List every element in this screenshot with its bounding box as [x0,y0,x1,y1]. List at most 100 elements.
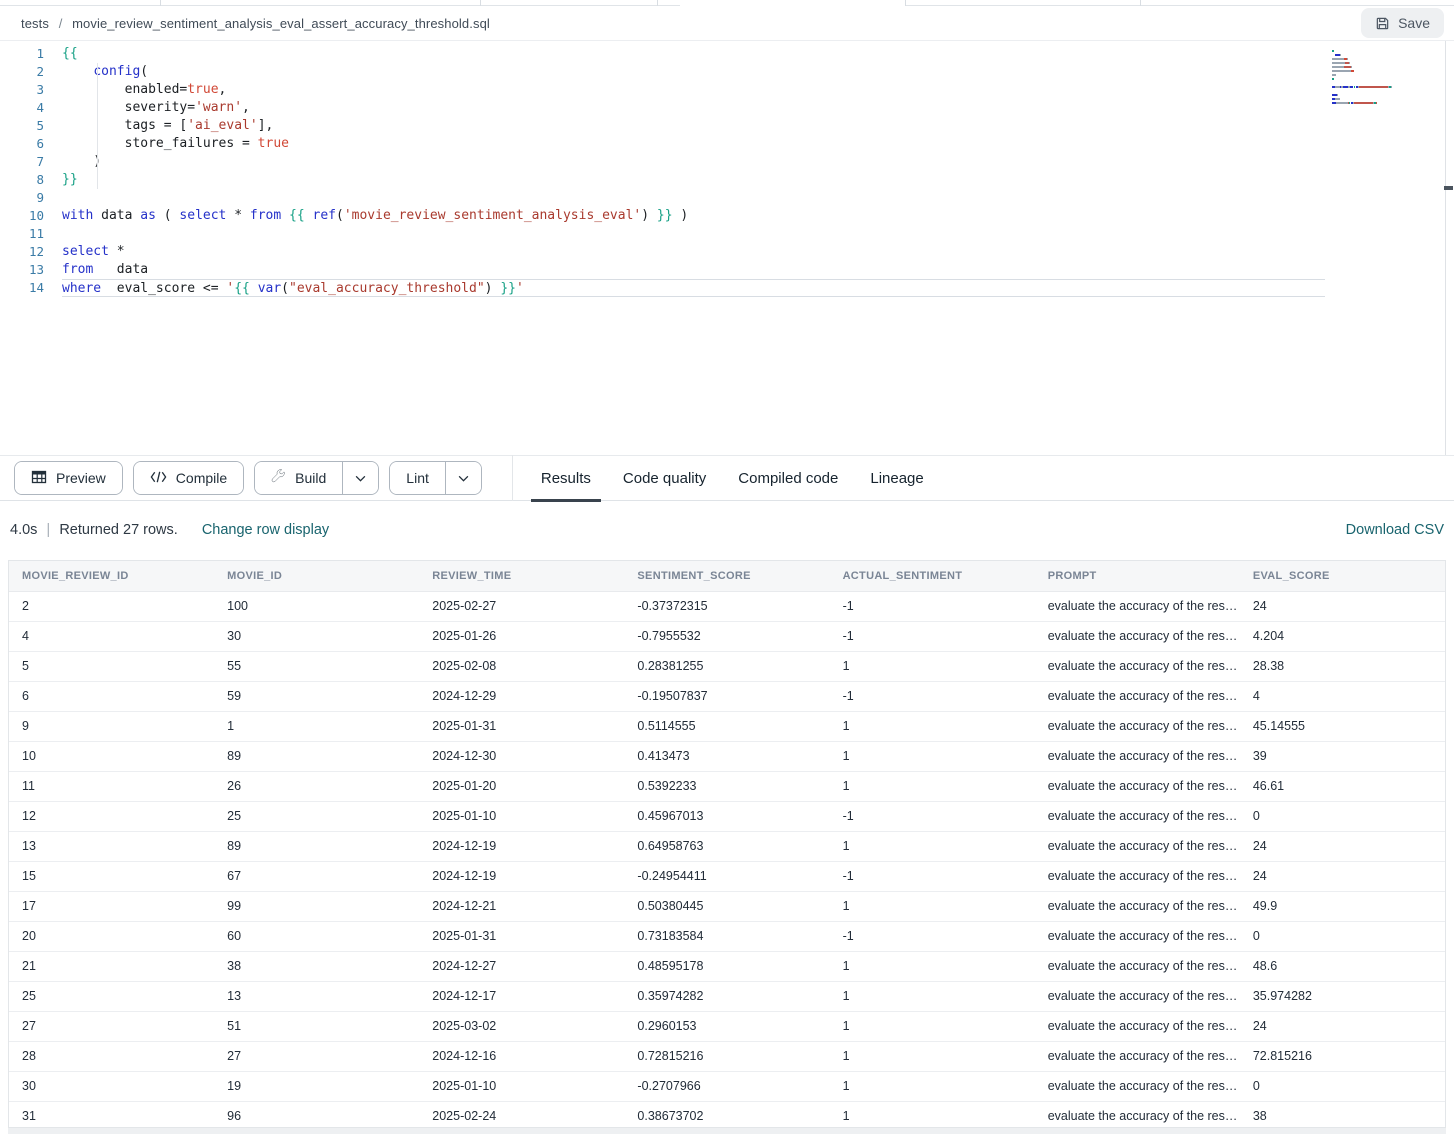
table-cell: 0.28381255 [624,651,829,681]
code-line[interactable]: 4 severity='warn', [0,99,1454,117]
table-cell: evaluate the accuracy of the res… [1035,801,1240,831]
editor-scrollbar-thumb[interactable] [1444,186,1453,190]
table-cell: 31 [9,1101,214,1128]
code-text [62,189,1325,207]
prompt-text: evaluate the accuracy of the res… [1048,749,1238,763]
compile-button[interactable]: Compile [134,462,243,494]
table-row: 25132024-12-170.359742821evaluate the ac… [9,981,1445,1011]
line-number: 4 [0,99,62,117]
code-line[interactable]: 11 [0,225,1454,243]
code-line[interactable]: 6 store_failures = true [0,135,1454,153]
table-horizontal-scrollbar[interactable] [8,1127,1446,1134]
code-text: enabled=true, [62,81,1325,99]
prompt-text: evaluate the accuracy of the res… [1048,1019,1238,1033]
code-text: where eval_score <= '{{ var("eval_accura… [62,279,1325,297]
query-duration: 4.0s [10,522,37,538]
table-cell: 2025-01-20 [419,771,624,801]
table-cell: -0.24954411 [624,861,829,891]
code-line[interactable]: 12select * [0,243,1454,261]
code-line[interactable]: 8}} [0,171,1454,189]
prompt-text: evaluate the accuracy of the res… [1048,599,1238,613]
code-text: {{ [62,45,1325,63]
table-cell: 96 [214,1101,419,1128]
table-cell: evaluate the accuracy of the res… [1035,891,1240,921]
tab-code-quality[interactable]: Code quality [607,455,722,501]
table-cell: -0.37372315 [624,591,829,621]
table-row: 10892024-12-300.4134731evaluate the accu… [9,741,1445,771]
floppy-icon [1375,16,1390,31]
table-cell: 15 [9,861,214,891]
table-cell: 0.64958763 [624,831,829,861]
table-cell: evaluate the accuracy of the res… [1035,981,1240,1011]
table-cell: 25 [214,801,419,831]
table-cell: 26 [214,771,419,801]
column-header: SENTIMENT_SCORE [624,561,829,591]
editor-scrollbar-track[interactable] [1445,41,1446,456]
table-cell: 49.9 [1240,891,1445,921]
code-line[interactable]: 9 [0,189,1454,207]
save-button[interactable]: Save [1361,8,1444,38]
breadcrumb-filename: movie_review_sentiment_analysis_eval_ass… [72,16,490,31]
code-line[interactable]: 7 ) [0,153,1454,171]
breadcrumb: tests / movie_review_sentiment_analysis_… [21,16,490,31]
compile-button-label: Compile [176,470,227,486]
code-line[interactable]: 14where eval_score <= '{{ var("eval_accu… [0,279,1454,297]
chevron-down-icon [355,469,366,487]
table-cell: 51 [214,1011,419,1041]
change-row-display-link[interactable]: Change row display [202,522,329,538]
code-line[interactable]: 5 tags = ['ai_eval'], [0,117,1454,135]
code-line[interactable]: 13from data [0,261,1454,279]
build-button[interactable]: Build [255,462,342,494]
table-cell: 2024-12-27 [419,951,624,981]
prompt-text: evaluate the accuracy of the res… [1048,959,1238,973]
code-brackets-icon [150,470,167,487]
line-number: 14 [0,279,62,297]
table-cell: 21 [9,951,214,981]
table-cell: 0 [1240,801,1445,831]
table-cell: 2024-12-17 [419,981,624,1011]
editor-minimap[interactable] [1332,49,1440,105]
table-cell: 1 [830,831,1035,861]
code-text [62,225,1325,243]
table-cell: 13 [9,831,214,861]
table-cell: 19 [214,1071,419,1101]
prompt-text: evaluate the accuracy of the res… [1048,929,1238,943]
table-cell: -1 [830,861,1035,891]
table-cell: 5 [9,651,214,681]
code-lines[interactable]: 1{{2 config(3 enabled=true,4 severity='w… [0,45,1454,297]
table-cell: 89 [214,831,419,861]
prompt-text: evaluate the accuracy of the res… [1048,1109,1238,1123]
column-header: REVIEW_TIME [419,561,624,591]
build-dropdown-button[interactable] [342,462,378,494]
table-cell: evaluate the accuracy of the res… [1035,1101,1240,1128]
download-csv-link[interactable]: Download CSV [1346,522,1444,538]
code-line[interactable]: 3 enabled=true, [0,81,1454,99]
lint-dropdown-button[interactable] [445,462,481,494]
code-line[interactable]: 1{{ [0,45,1454,63]
table-cell: 1 [830,951,1035,981]
code-line[interactable]: 10with data as ( select * from {{ ref('m… [0,207,1454,225]
table-cell: -0.19507837 [624,681,829,711]
table-cell: 1 [830,711,1035,741]
tab-compiled-code[interactable]: Compiled code [722,455,854,501]
sql-code-editor[interactable]: 1{{2 config(3 enabled=true,4 severity='w… [0,40,1454,455]
table-row: 11262025-01-200.53922331evaluate the acc… [9,771,1445,801]
table-cell: evaluate the accuracy of the res… [1035,711,1240,741]
table-header-row: MOVIE_REVIEW_IDMOVIE_IDREVIEW_TIMESENTIM… [9,561,1445,591]
table-cell: evaluate the accuracy of the res… [1035,831,1240,861]
wrench-icon [271,469,286,487]
table-cell: 6 [9,681,214,711]
lint-button[interactable]: Lint [390,462,445,494]
tab-results[interactable]: Results [525,455,607,501]
preview-button[interactable]: Preview [15,462,122,494]
code-text: select * [62,243,1325,261]
code-line[interactable]: 2 config( [0,63,1454,81]
table-cell: 2024-12-19 [419,831,624,861]
tab-lineage[interactable]: Lineage [854,455,939,501]
table-row: 12252025-01-100.45967013-1evaluate the a… [9,801,1445,831]
code-text: from data [62,261,1325,279]
table-row: 4302025-01-26-0.7955532-1evaluate the ac… [9,621,1445,651]
save-button-label: Save [1398,15,1430,31]
table-cell: -1 [830,921,1035,951]
table-cell: 1 [830,741,1035,771]
